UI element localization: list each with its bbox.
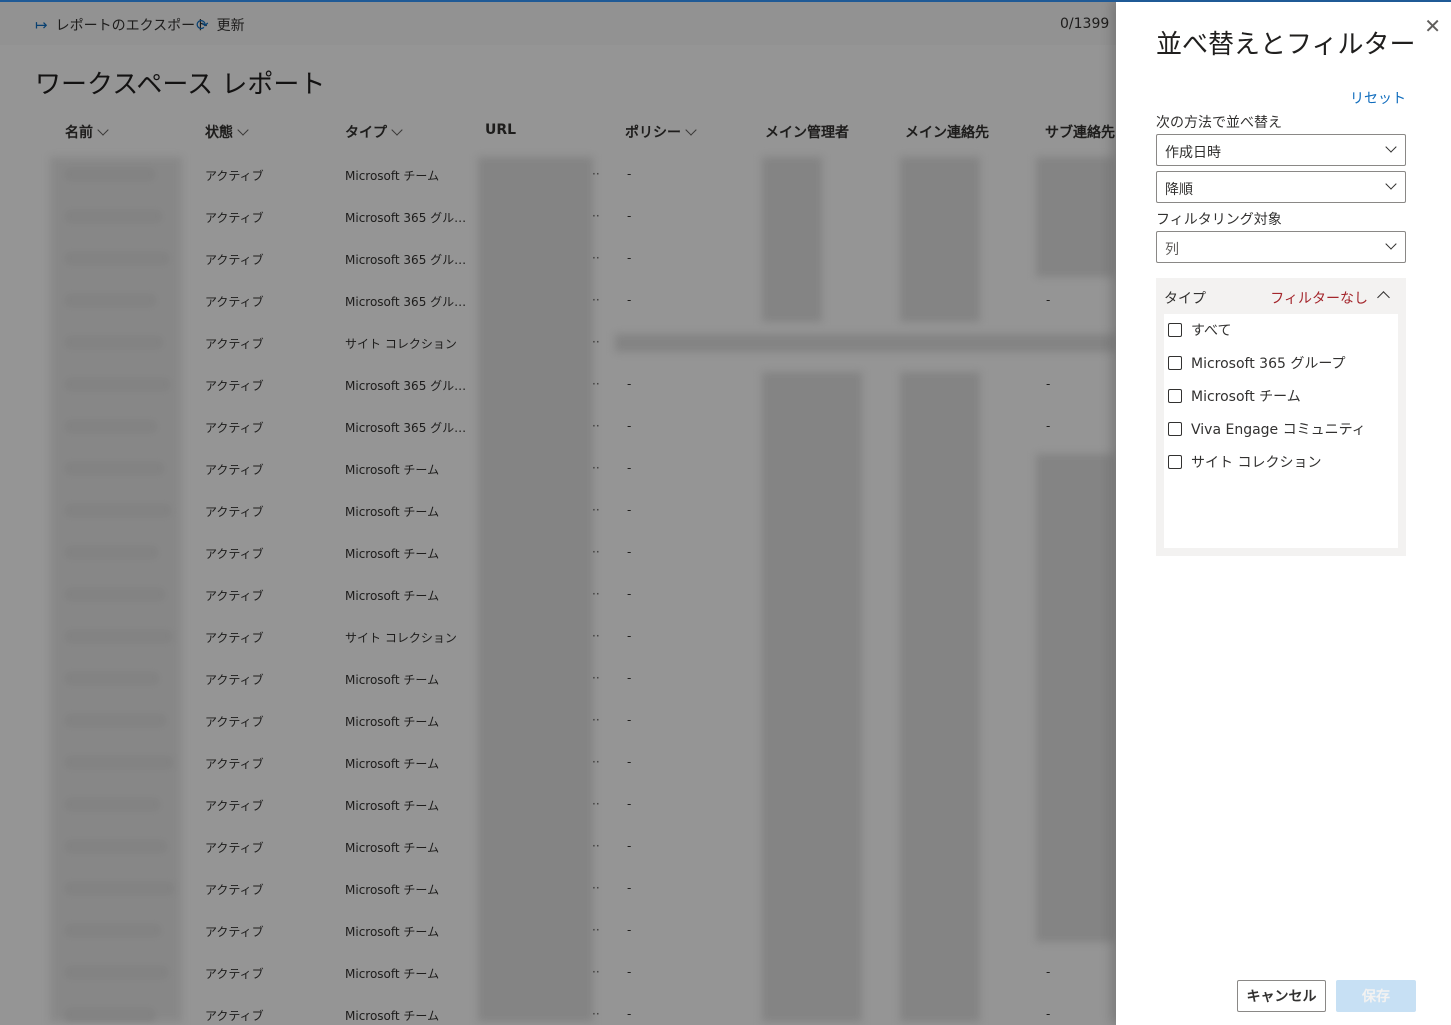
filter-option-m365-group[interactable]: Microsoft 365 グループ [1168, 353, 1346, 373]
checkbox[interactable] [1168, 455, 1182, 469]
checkbox[interactable] [1168, 323, 1182, 337]
filter-option-teams[interactable]: Microsoft チーム [1168, 386, 1301, 406]
sort-field-value: 作成日時 [1165, 145, 1221, 161]
filter-option-viva-engage[interactable]: Viva Engage コミュニティ [1168, 419, 1366, 439]
filter-option-all[interactable]: すべて [1168, 320, 1231, 340]
filter-column-dropdown[interactable]: 列 [1156, 231, 1406, 263]
checkbox[interactable] [1168, 356, 1182, 370]
window-top-border [0, 0, 1451, 2]
cancel-button[interactable]: キャンセル [1237, 980, 1326, 1012]
filter-column-placeholder: 列 [1165, 242, 1179, 258]
filter-status[interactable]: フィルターなし [1270, 288, 1368, 308]
chevron-down-icon [1385, 238, 1397, 250]
modal-overlay[interactable] [0, 0, 1116, 1025]
chevron-up-icon[interactable] [1377, 291, 1390, 304]
type-filter-header[interactable]: タイプ フィルターなし [1156, 278, 1406, 314]
filter-option-site-collection[interactable]: サイト コレクション [1168, 452, 1321, 472]
type-filter-options: すべて Microsoft 365 グループ Microsoft チーム Viv… [1164, 314, 1398, 548]
chevron-down-icon [1385, 178, 1397, 190]
filter-label: フィルタリング対象 [1156, 212, 1282, 228]
type-filter-group: タイプ フィルターなし すべて Microsoft 365 グループ Micro… [1156, 278, 1406, 556]
panel-title: 並べ替えとフィルター [1156, 30, 1416, 60]
save-button[interactable]: 保存 [1336, 980, 1416, 1012]
checkbox[interactable] [1168, 422, 1182, 436]
close-icon[interactable]: ✕ [1424, 14, 1441, 38]
sort-field-dropdown[interactable]: 作成日時 [1156, 134, 1406, 166]
checkbox[interactable] [1168, 389, 1182, 403]
chevron-down-icon [1385, 141, 1397, 153]
sort-order-value: 降順 [1165, 182, 1193, 198]
reset-link[interactable]: リセット [1350, 88, 1406, 108]
type-filter-title: タイプ [1164, 291, 1206, 307]
sort-label: 次の方法で並べ替え [1156, 115, 1282, 131]
sort-filter-panel: ✕ 並べ替えとフィルター リセット 次の方法で並べ替え 作成日時 降順 フィルタ… [1116, 0, 1451, 1025]
sort-order-dropdown[interactable]: 降順 [1156, 171, 1406, 203]
